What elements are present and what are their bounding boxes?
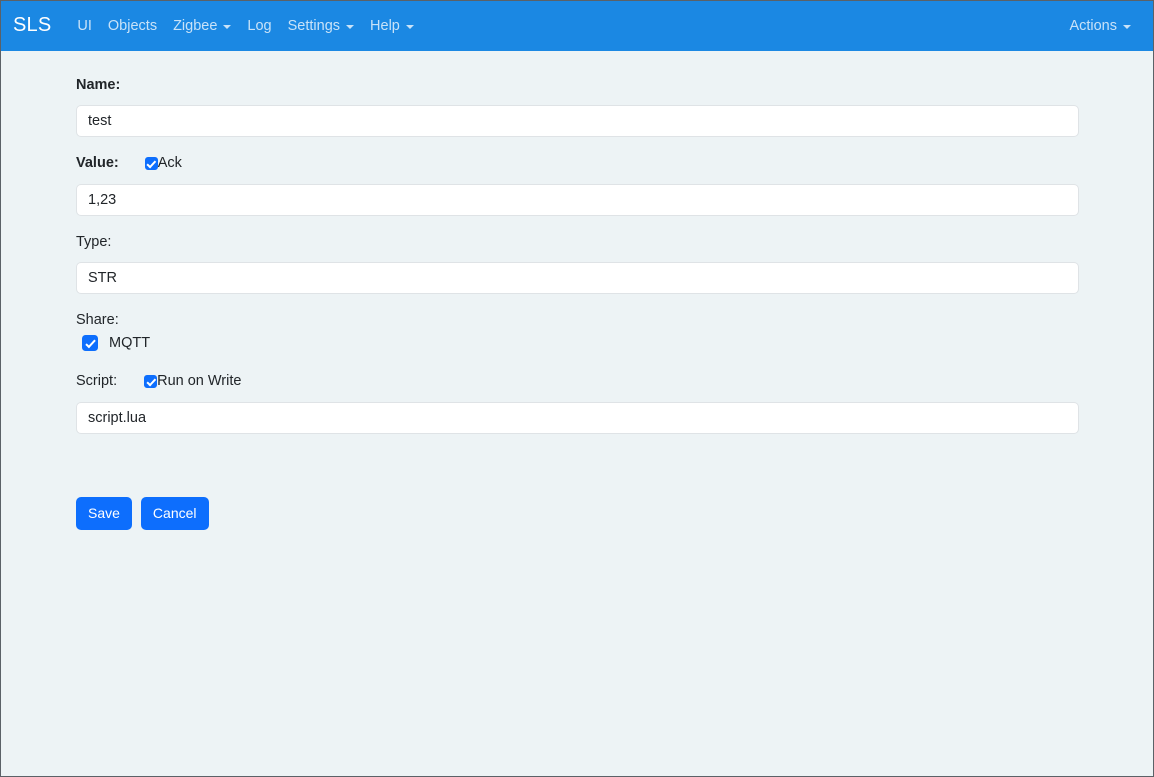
value-input[interactable]	[76, 184, 1079, 216]
run-on-write-checkbox[interactable]	[144, 375, 158, 388]
chevron-down-icon	[223, 25, 232, 29]
nav-item-help-label: Help	[370, 17, 400, 34]
nav-item-help[interactable]: Help	[362, 13, 422, 40]
brand-logo[interactable]: SLS	[13, 15, 51, 37]
type-label-row: Type:	[76, 233, 1079, 250]
browser-window: SLS UI Objects Zigbee Log Settings Help	[0, 0, 1154, 777]
ack-checkbox[interactable]	[144, 157, 158, 170]
name-label: Name:	[76, 77, 121, 93]
nav-item-ui[interactable]: UI	[69, 13, 100, 40]
nav-item-log[interactable]: Log	[239, 13, 279, 40]
share-label-row: Share:	[76, 311, 1079, 328]
navbar: SLS UI Objects Zigbee Log Settings Help	[1, 1, 1153, 51]
value-label: Value:	[76, 155, 119, 172]
script-label-row: Script: Run on Write	[76, 373, 1079, 390]
nav-item-zigbee[interactable]: Zigbee	[165, 13, 239, 40]
run-on-write-label: Run on Write	[157, 373, 242, 390]
script-input[interactable]	[76, 402, 1079, 434]
nav-item-settings-label: Settings	[287, 17, 341, 34]
nav-item-actions[interactable]: Actions	[1061, 13, 1139, 40]
script-label: Script:	[76, 373, 118, 390]
nav-item-objects-label: Objects	[107, 17, 158, 34]
form-actions: Save Cancel	[76, 497, 1079, 530]
cancel-button[interactable]: Cancel	[140, 497, 209, 530]
object-edit-form: Name: Value: Ack Type:	[76, 76, 1079, 530]
nav-item-zigbee-label: Zigbee	[173, 17, 218, 34]
ack-label: Ack	[157, 155, 182, 172]
mqtt-checkbox[interactable]	[82, 335, 98, 351]
share-mqtt-row: MQTT	[76, 333, 1079, 353]
chevron-down-icon	[346, 25, 355, 29]
page-content: Name: Value: Ack Type:	[1, 51, 1153, 776]
mqtt-label: MQTT	[109, 334, 151, 351]
nav-item-settings[interactable]: Settings	[280, 13, 362, 40]
name-input[interactable]	[76, 105, 1079, 137]
navbar-links: UI Objects Zigbee Log Settings Help	[69, 13, 1061, 40]
nav-item-objects[interactable]: Objects	[100, 13, 165, 40]
save-button[interactable]: Save	[76, 497, 132, 530]
nav-item-ui-label: UI	[77, 17, 92, 34]
navbar-right: Actions	[1061, 13, 1139, 40]
chevron-down-icon	[405, 25, 414, 29]
nav-item-actions-label: Actions	[1069, 17, 1117, 34]
share-label: Share:	[76, 312, 119, 328]
value-label-row: Value: Ack	[76, 155, 1079, 172]
chevron-down-icon	[1123, 25, 1131, 29]
type-label: Type:	[76, 234, 112, 250]
name-label-row: Name:	[76, 76, 1079, 93]
type-input[interactable]	[76, 262, 1079, 294]
nav-item-log-label: Log	[247, 17, 272, 34]
